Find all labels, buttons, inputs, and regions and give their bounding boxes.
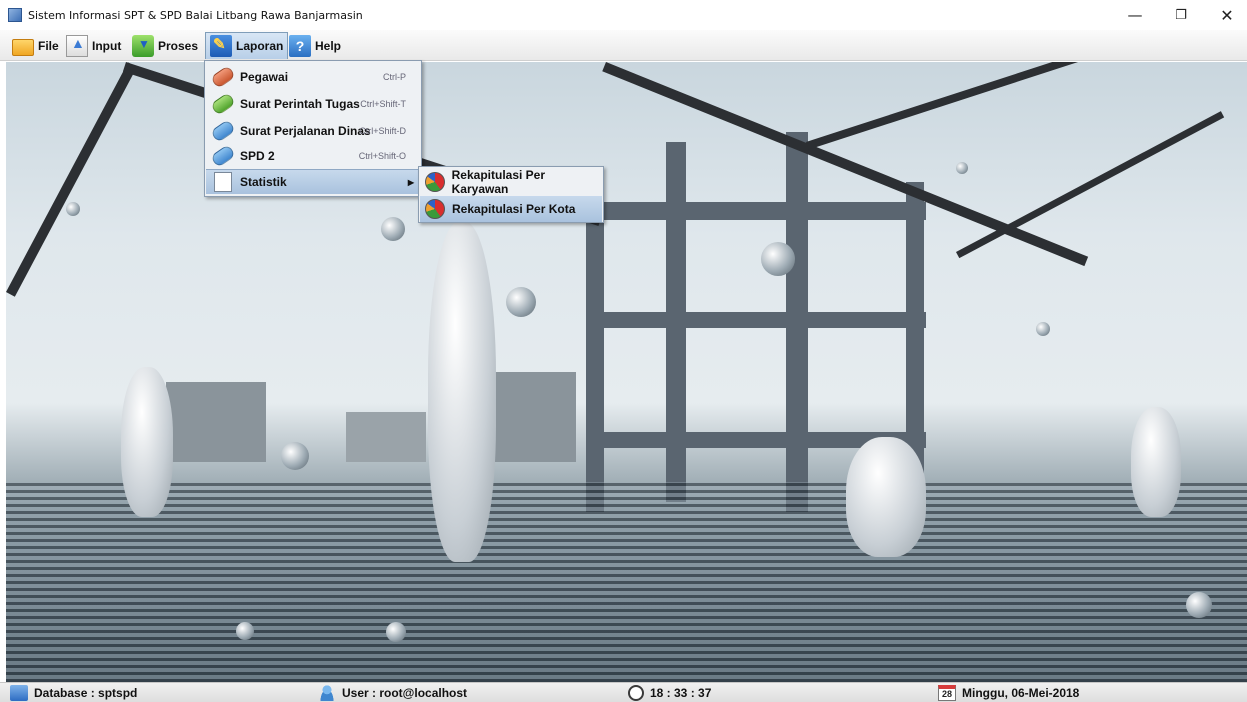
- user-icon: [318, 685, 336, 701]
- minimize-icon: —: [1127, 6, 1143, 24]
- wallpaper-beam: [956, 111, 1225, 259]
- menu-item-surat-perintah-tugas[interactable]: Surat Perintah Tugas Ctrl+Shift-T: [206, 91, 420, 117]
- shortcut-label: Ctrl+Shift-D: [359, 126, 406, 136]
- wallpaper-beam: [6, 62, 137, 297]
- status-date-text: Minggu, 06-Mei-2018: [962, 686, 1080, 700]
- menu-laporan[interactable]: Laporan: [205, 32, 289, 59]
- status-date: 28 Minggu, 06-Mei-2018: [938, 683, 1079, 702]
- wallpaper-drop: [386, 622, 406, 642]
- submenu-item-rekap-karyawan[interactable]: Rekapitulasi Per Karyawan: [420, 168, 602, 196]
- shortcut-label: Ctrl+Shift-T: [360, 99, 406, 109]
- wallpaper-sculpture: [121, 367, 173, 517]
- close-button[interactable]: ✕: [1204, 0, 1247, 30]
- menu-item-label: Surat Perjalanan Dinas: [240, 124, 371, 138]
- wallpaper-structure: [346, 412, 426, 462]
- status-time: 18 : 33 : 37: [628, 683, 711, 702]
- menu-item-label: SPD 2: [240, 149, 275, 163]
- pie-chart-icon: [425, 199, 445, 219]
- status-user-text: User : root@localhost: [342, 686, 468, 700]
- status-bar: Database : sptspd User : root@localhost …: [0, 682, 1247, 702]
- menu-file-label: File: [38, 38, 59, 53]
- wallpaper-drop: [281, 442, 309, 470]
- desktop-wallpaper: [6, 62, 1247, 682]
- menu-file[interactable]: File: [8, 32, 63, 59]
- wallpaper-sculpture: [428, 222, 496, 562]
- menu-item-spd-2[interactable]: SPD 2 Ctrl+Shift-O: [206, 143, 420, 169]
- wallpaper-drop: [506, 287, 536, 317]
- pill-green-icon: [209, 91, 237, 117]
- wallpaper-drop: [236, 622, 254, 640]
- menu-laporan-label: Laporan: [236, 39, 284, 53]
- wallpaper-drop: [381, 217, 405, 241]
- menu-item-label: Statistik: [240, 175, 287, 189]
- pill-blue-icon: [209, 118, 237, 144]
- wallpaper-sculpture: [1131, 407, 1181, 517]
- pill-blue-icon: [209, 143, 237, 169]
- pill-red-icon: [209, 64, 237, 90]
- menu-item-pegawai[interactable]: Pegawai Ctrl-P: [206, 64, 420, 90]
- wallpaper-structure: [586, 182, 604, 512]
- menu-input[interactable]: Input: [62, 32, 125, 59]
- submenu-arrow-icon: ▶: [407, 177, 414, 187]
- status-user: User : root@localhost: [318, 683, 467, 702]
- menu-item-label: Pegawai: [240, 70, 289, 84]
- help-icon: ?: [289, 34, 311, 57]
- wallpaper-structure: [586, 202, 926, 220]
- wallpaper-structure: [486, 372, 576, 462]
- database-icon: [10, 685, 28, 701]
- status-time-text: 18 : 33 : 37: [650, 686, 712, 700]
- menu-proses[interactable]: Proses: [128, 32, 202, 59]
- wallpaper-drop: [1186, 592, 1212, 618]
- submenu-item-rekap-kota[interactable]: Rekapitulasi Per Kota: [420, 196, 602, 222]
- wallpaper-drop: [956, 162, 968, 174]
- menu-item-statistik[interactable]: Statistik ▶: [206, 169, 420, 194]
- close-icon: ✕: [1220, 5, 1234, 25]
- wallpaper-beam: [806, 62, 1208, 150]
- menu-item-surat-perjalanan-dinas[interactable]: Surat Perjalanan Dinas Ctrl+Shift-D: [206, 118, 420, 144]
- menu-proses-label: Proses: [158, 38, 199, 53]
- clock-icon: [628, 685, 644, 701]
- maximize-icon: ❐: [1175, 7, 1187, 23]
- menu-help[interactable]: ? Help: [285, 32, 345, 59]
- wallpaper-water: [6, 482, 1247, 682]
- shortcut-label: Ctrl+Shift-O: [358, 151, 406, 161]
- wallpaper-drop: [66, 202, 80, 216]
- status-database: Database : sptspd: [10, 683, 137, 702]
- menu-input-label: Input: [92, 38, 122, 53]
- title-bar: Sistem Informasi SPT & SPD Balai Litbang…: [0, 0, 1247, 30]
- laporan-dropdown: Pegawai Ctrl-P Surat Perintah Tugas Ctrl…: [204, 60, 422, 197]
- wallpaper-sculpture: [846, 437, 926, 557]
- minimize-button[interactable]: —: [1112, 0, 1158, 30]
- wallpaper-structure: [166, 382, 266, 462]
- report-icon: [210, 35, 232, 57]
- folder-icon: [12, 39, 34, 56]
- status-database-text: Database : sptspd: [34, 686, 138, 700]
- process-icon: [132, 34, 154, 57]
- wallpaper-drop: [1036, 322, 1050, 336]
- menu-item-label: Surat Perintah Tugas: [240, 97, 360, 111]
- calendar-icon: 28: [938, 685, 956, 701]
- maximize-button[interactable]: ❐: [1158, 0, 1204, 30]
- wallpaper-drop: [761, 242, 795, 276]
- submenu-item-label: Rekapitulasi Per Kota: [452, 202, 576, 216]
- pie-chart-icon: [425, 172, 445, 192]
- submenu-item-label: Rekapitulasi Per Karyawan: [451, 168, 546, 196]
- upload-icon: [66, 34, 88, 57]
- window-title: Sistem Informasi SPT & SPD Balai Litbang…: [28, 8, 363, 22]
- statistik-submenu: Rekapitulasi Per Karyawan Rekapitulasi P…: [418, 166, 604, 223]
- document-icon: [214, 172, 232, 192]
- menu-bar: File Input Proses Laporan ? Help: [0, 30, 1247, 61]
- menu-help-label: Help: [315, 38, 342, 53]
- wallpaper-structure: [586, 312, 926, 328]
- shortcut-label: Ctrl-P: [383, 72, 406, 82]
- app-icon: [8, 8, 22, 22]
